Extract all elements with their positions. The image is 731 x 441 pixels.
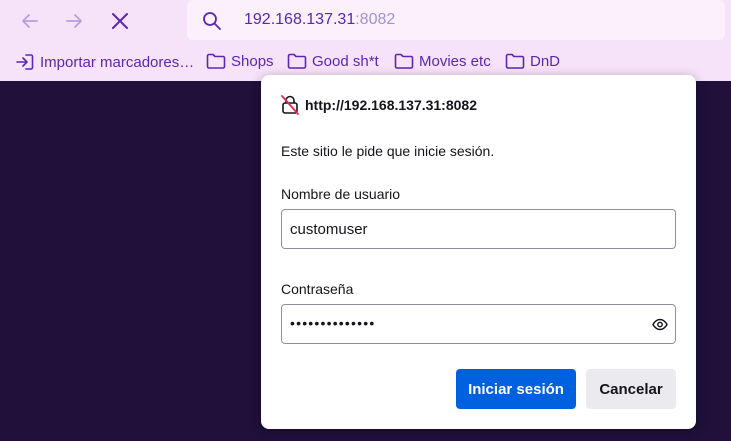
login-button[interactable]: Iniciar sesión [456, 369, 576, 409]
password-label: Contraseña [281, 281, 354, 297]
forward-button[interactable] [59, 6, 89, 36]
folder-icon [505, 53, 525, 69]
folder-icon [394, 53, 414, 69]
url-host: 192.168.137.31 [244, 11, 356, 28]
username-label: Nombre de usuario [281, 186, 401, 202]
arrow-right-icon [66, 14, 82, 28]
import-bookmarks-label: Importar marcadores… [40, 53, 195, 71]
back-button[interactable] [15, 6, 45, 36]
folder-icon [206, 53, 226, 69]
bookmark-label: Movies etc [419, 53, 491, 70]
dialog-origin: http://192.168.137.31:8082 [281, 95, 477, 115]
password-masked-value: •••••••••••••• [290, 315, 376, 331]
password-input[interactable]: •••••••••••••• [281, 304, 676, 344]
close-icon [112, 13, 128, 29]
insecure-lock-icon [281, 95, 299, 115]
url-bar[interactable]: 192.168.137.31:8082 [187, 0, 725, 40]
login-dialog: http://192.168.137.31:8082 Este sitio le… [261, 75, 696, 429]
url-text[interactable]: 192.168.137.31:8082 [244, 11, 395, 29]
stop-button[interactable] [105, 6, 135, 36]
bookmark-label: Shops [231, 53, 274, 70]
bookmark-folder-shops[interactable]: Shops [206, 53, 274, 70]
import-icon [16, 54, 34, 70]
import-bookmarks-button[interactable]: Importar marcadores… [15, 53, 194, 71]
bookmark-folder-movies[interactable]: Movies etc [394, 53, 491, 70]
cancel-button[interactable]: Cancelar [586, 369, 676, 409]
bookmark-label: DnD [530, 53, 561, 70]
bookmark-folder-dnd[interactable]: DnD [505, 53, 560, 70]
dialog-message: Este sitio le pide que inicie sesión. [281, 143, 495, 159]
folder-icon [287, 53, 307, 69]
bookmark-label: Good sh*t [312, 53, 379, 70]
arrow-left-icon [22, 14, 38, 28]
username-input[interactable] [281, 209, 676, 249]
url-port: :8082 [355, 11, 396, 28]
search-icon [203, 12, 221, 30]
bookmark-folder-good-sht[interactable]: Good sh*t [287, 53, 379, 70]
show-password-icon[interactable] [652, 318, 668, 331]
origin-url: http://192.168.137.31:8082 [305, 97, 477, 113]
navigation-toolbar: 192.168.137.31:8082 [0, 0, 731, 44]
